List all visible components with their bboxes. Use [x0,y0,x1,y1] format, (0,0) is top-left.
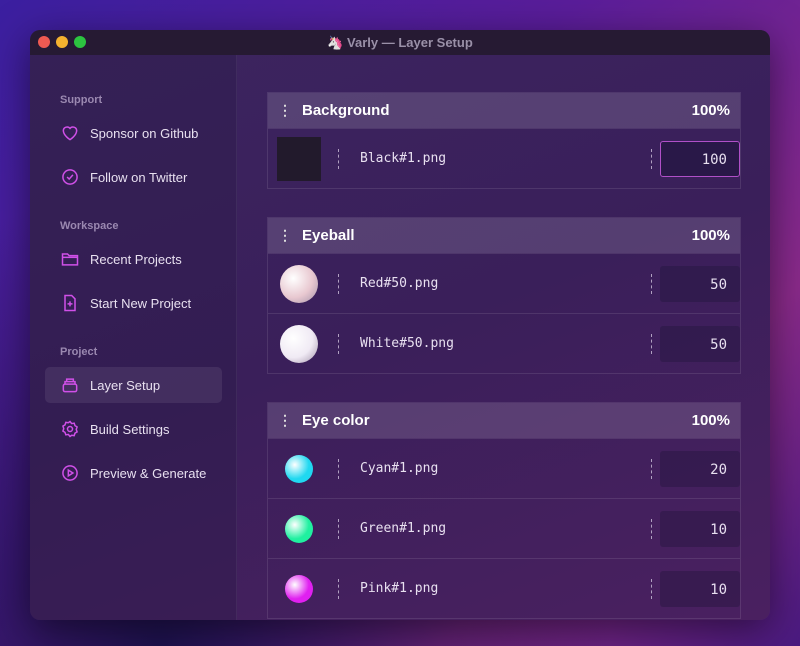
rarity-input[interactable]: 100 [660,141,740,177]
divider [338,459,339,479]
rarity-input[interactable]: 20 [660,451,740,487]
layer-group: ⋮ Eye color 100% Cyan#1.png 20 Green#1.png 10 P… [267,402,741,619]
file-plus-icon [64,294,76,312]
gear-icon [62,420,78,438]
trait-row: Cyan#1.png 20 [268,438,740,498]
sidebar-item-label: Recent Projects [90,251,182,267]
layer-percent: 100% [691,412,730,429]
divider [338,274,339,294]
section-project: Project [60,346,98,358]
divider [338,149,339,169]
rarity-input[interactable]: 50 [660,326,740,362]
play-circle-icon [62,465,78,481]
layer-name: Eyeball [302,227,355,244]
sidebar-item-label: Build Settings [90,421,170,437]
rarity-input[interactable]: 10 [660,571,740,607]
sidebar-item-new-project[interactable]: Start New Project [45,285,222,321]
drag-handle-icon[interactable]: ⋮ [278,412,292,429]
sidebar-item-preview-generate[interactable]: Preview & Generate [45,455,222,491]
window-title: 🦄 Varly — Layer Setup [327,35,473,50]
trait-thumbnail [285,574,313,603]
sidebar-item-label: Sponsor on Github [90,125,199,141]
sidebar-item-label: Start New Project [90,295,192,311]
divider [651,519,652,539]
trait-filename: Green#1.png [360,521,447,536]
divider [338,334,339,354]
trait-thumbnail [280,264,318,303]
trait-row: Pink#1.png 10 [268,558,740,618]
trait-filename: White#50.png [360,336,454,351]
layer-percent: 100% [691,227,730,244]
drag-handle-icon[interactable]: ⋮ [278,227,292,244]
trait-thumbnail [285,454,313,483]
trait-row: White#50.png 50 [268,313,740,373]
layer-header[interactable]: ⋮ Background 100% [268,93,740,128]
divider [651,579,652,599]
trait-row: Black#1.png 100 [268,128,740,188]
divider [338,519,339,539]
drag-handle-icon[interactable]: ⋮ [278,102,292,119]
layers-icon [62,378,78,393]
sidebar-item-recent-projects[interactable]: Recent Projects [45,241,222,277]
trait-thumbnail [277,136,321,181]
trait-row: Green#1.png 10 [268,498,740,558]
layer-header[interactable]: ⋮ Eyeball 100% [268,218,740,253]
sidebar-item-label: Preview & Generate [90,465,207,481]
trait-filename: Red#50.png [360,276,439,291]
trait-thumbnail [285,514,313,543]
app-window: 🦄 Varly — Layer Setup Support Sponsor on… [30,30,770,620]
rarity-input[interactable]: 10 [660,511,740,547]
sidebar-item-sponsor[interactable]: Sponsor on Github [45,115,222,151]
folder-icon [61,253,79,266]
trait-row: Red#50.png 50 [268,253,740,313]
heart-icon [62,126,78,141]
layer-name: Background [302,102,390,119]
divider [651,149,652,169]
layer-percent: 100% [691,102,730,119]
sidebar-item-layer-setup[interactable]: Layer Setup [45,367,222,403]
sidebar-item-build-settings[interactable]: Build Settings [45,411,222,447]
divider [651,274,652,294]
divider [651,459,652,479]
divider [651,334,652,354]
section-support: Support [60,94,103,106]
trait-filename: Cyan#1.png [360,461,439,476]
title-bar: 🦄 Varly — Layer Setup [30,30,770,55]
badge-check-icon [62,169,78,185]
trait-thumbnail [280,324,318,363]
divider [338,579,339,599]
layer-header[interactable]: ⋮ Eye color 100% [268,403,740,438]
layer-name: Eye color [302,412,370,429]
sidebar-item-label: Layer Setup [90,377,161,393]
layer-group: ⋮ Background 100% Black#1.png 100 [267,92,741,189]
sidebar-item-label: Follow on Twitter [90,169,188,185]
sidebar-item-twitter[interactable]: Follow on Twitter [45,159,222,195]
sidebar: Support Sponsor on Github Follow on Twit… [30,55,237,620]
rarity-input[interactable]: 50 [660,266,740,302]
trait-filename: Pink#1.png [360,581,439,596]
section-workspace: Workspace [60,220,119,232]
layer-group: ⋮ Eyeball 100% Red#50.png 50 White#50.png 50 [267,217,741,374]
trait-filename: Black#1.png [360,151,447,166]
